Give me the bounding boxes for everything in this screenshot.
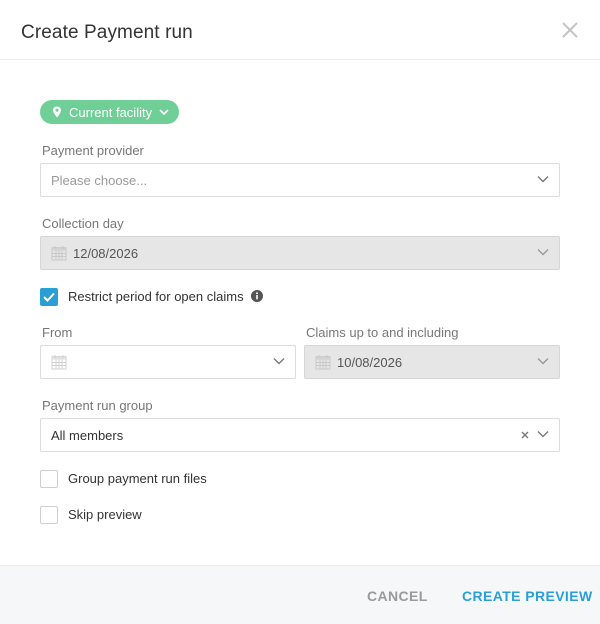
collection-day-value: 12/08/2026 xyxy=(73,245,139,261)
chevron-down-icon xyxy=(159,109,169,115)
create-preview-button[interactable]: CREATE PREVIEW xyxy=(462,588,593,604)
dialog-header: Create Payment run xyxy=(0,0,600,60)
dialog-footer: CANCEL CREATE PREVIEW xyxy=(0,565,600,624)
info-icon[interactable] xyxy=(251,290,263,302)
checkmark-icon xyxy=(43,292,55,302)
clear-icon[interactable] xyxy=(519,429,531,441)
payment-provider-select[interactable]: Please choose... xyxy=(40,163,560,197)
payment-run-group-label: Payment run group xyxy=(42,398,153,413)
from-label: From xyxy=(42,325,73,340)
dialog-title: Create Payment run xyxy=(21,22,193,43)
close-icon[interactable] xyxy=(558,18,582,42)
chevron-down-icon xyxy=(273,358,285,365)
payment-provider-label: Payment provider xyxy=(42,143,144,158)
current-facility-label: Current facility xyxy=(69,104,153,120)
claims-up-to-label: Claims up to and including xyxy=(306,325,459,340)
skip-preview-checkbox[interactable] xyxy=(40,506,58,524)
calendar-icon xyxy=(51,246,67,261)
payment-run-group-select[interactable]: All members xyxy=(40,418,560,452)
chevron-down-icon xyxy=(537,176,549,183)
group-files-label: Group payment run files xyxy=(68,471,207,486)
chevron-down-icon xyxy=(537,431,549,438)
payment-provider-placeholder: Please choose... xyxy=(51,172,148,188)
chevron-down-icon xyxy=(537,249,549,256)
claims-up-to-field: 10/08/2026 xyxy=(304,345,560,379)
restrict-period-label: Restrict period for open claims xyxy=(68,289,244,304)
claims-up-to-value: 10/08/2026 xyxy=(337,354,403,370)
cancel-button[interactable]: CANCEL xyxy=(367,588,428,604)
location-pin-icon xyxy=(53,106,61,118)
skip-preview-label: Skip preview xyxy=(68,507,142,522)
current-facility-chip[interactable]: Current facility xyxy=(40,100,180,124)
group-files-checkbox[interactable] xyxy=(40,470,58,488)
restrict-period-checkbox[interactable] xyxy=(40,288,58,306)
payment-run-group-value: All members xyxy=(51,427,124,443)
collection-day-field: 12/08/2026 xyxy=(40,236,560,270)
calendar-icon xyxy=(315,355,331,370)
from-date-field[interactable] xyxy=(40,345,296,379)
calendar-icon xyxy=(51,355,67,370)
chevron-down-icon xyxy=(537,358,549,365)
collection-day-label: Collection day xyxy=(42,216,124,231)
